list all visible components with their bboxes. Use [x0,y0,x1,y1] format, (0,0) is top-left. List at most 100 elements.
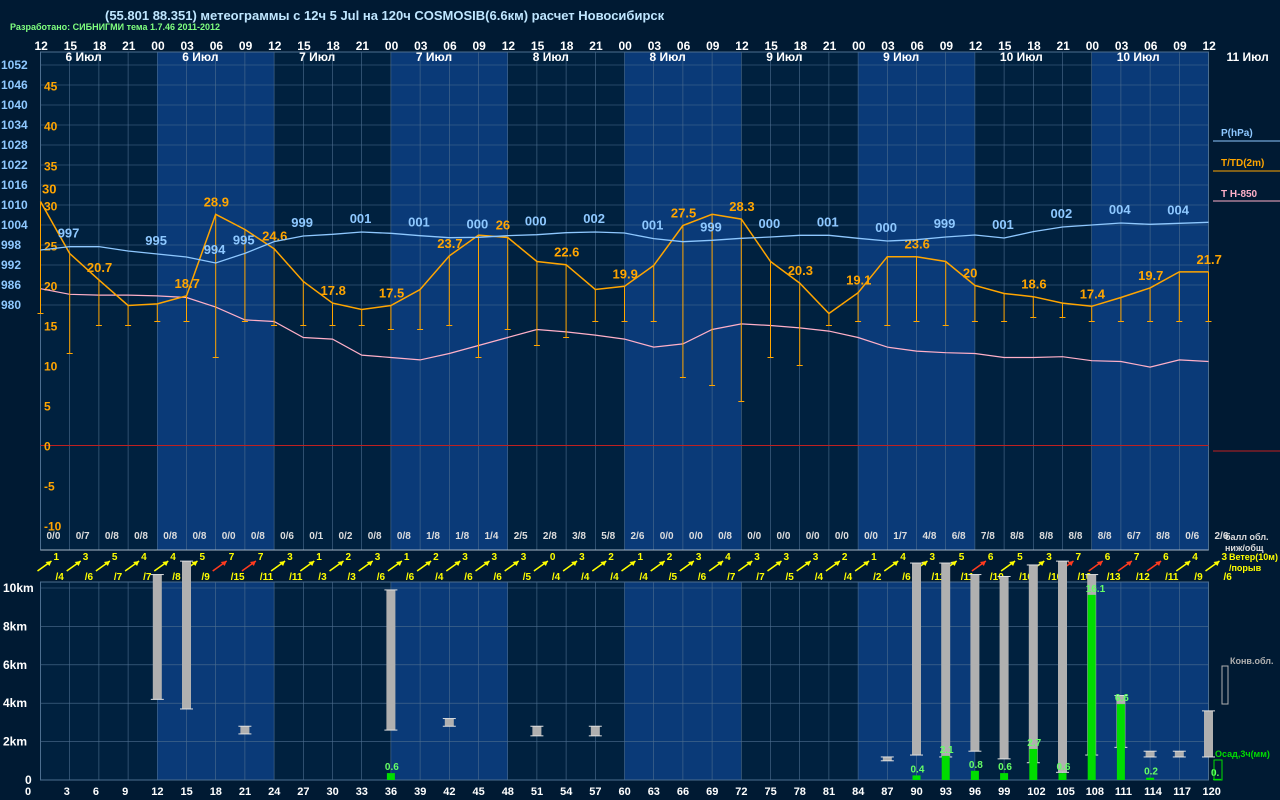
day-label: 7 Июл [416,50,452,64]
height-tick-label: 8km [3,619,27,633]
wind-gust: /6 [698,572,707,583]
cloud-cover-value: 1/7 [893,531,907,542]
temperature-tick-label: 35 [44,160,58,174]
top-hour-tick: 12 [1203,39,1217,53]
day-label: 10 Июл [1117,50,1160,64]
cloud-cover-value: 6/8 [952,531,966,542]
temperature-data-label: 28.9 [204,194,229,209]
top-hour-tick: 21 [823,39,837,53]
cloud-cover-value: 0/0 [660,531,674,542]
pressure-data-label: 997 [58,226,80,241]
precip-label: 0.4 [911,764,925,775]
legend-wind: Ветер(10м) [1229,552,1278,562]
wind-gust: /5 [669,572,678,583]
bottom-hour-tick: 48 [502,786,514,798]
top-hour-tick: 09 [940,39,954,53]
temperature-data-label: 30 [42,182,56,197]
day-label: 10 Июл [1000,50,1043,64]
wind-gust: /7 [756,572,765,583]
cloud-cover-value: 8/8 [1039,531,1053,542]
wind-speed: 3 [462,552,468,563]
cloud-cover-value: 0/8 [251,531,265,542]
convective-cloud-bar [941,563,951,757]
precip-label: 6.6 [1115,693,1129,704]
convective-cloud-bar [1058,561,1067,773]
day-label: 9 Июл [766,50,802,64]
wind-gust: /6 [377,572,386,583]
cloud-cover-value: 6/7 [1127,531,1141,542]
wind-gust: /3 [318,572,327,583]
wind-gust: /4 [610,572,619,583]
cloud-cover-value: 0/8 [105,531,119,542]
cloud-cover-value: 1/4 [485,531,499,542]
pressure-data-label: 002 [583,211,605,226]
height-tick-label: 10km [3,581,34,595]
precip-bar [1146,777,1155,780]
bottom-hour-tick: 90 [911,786,923,798]
bottom-hour-tick: 57 [589,786,601,798]
cloud-cover-value: 7/8 [981,531,995,542]
pressure-tick-label: 1016 [1,178,28,192]
temperature-data-label: 26 [496,218,510,233]
convective-cloud-bar [1204,710,1213,757]
bottom-hour-tick: 105 [1057,786,1075,798]
pressure-data-label: 999 [700,219,722,234]
wind-gust: /4 [640,572,649,583]
top-hour-tick: 00 [852,39,866,53]
temperature-data-label: 20 [963,266,977,281]
cloud-cover-value: 0/8 [163,531,177,542]
bottom-hour-tick: 39 [414,786,426,798]
temperature-tick-label: 5 [44,400,51,414]
convective-cloud-bar [240,726,250,734]
cloud-cover-value: 0/8 [193,531,207,542]
wind-gust: /6 [1224,572,1233,583]
cloud-cover-value: 8/8 [1098,531,1112,542]
wind-gust: /13 [1107,572,1121,583]
temperature-data-label: 20.3 [788,263,813,278]
bottom-hour-tick: 108 [1086,786,1104,798]
pressure-data-label: 002 [1051,206,1073,221]
wind-speed: 3 [287,552,293,563]
day-label: 11 Июл [1227,50,1269,64]
top-hour-tick: 12 [735,39,749,53]
cloud-cover-value: 1/8 [426,531,440,542]
wind-speed: 0 [550,552,556,563]
wind-gust: /7 [143,572,152,583]
pressure-data-label: 000 [467,216,489,231]
wind-speed: 5 [200,552,206,563]
cloud-cover-value: 0/0 [747,531,761,542]
wind-speed: 7 [258,552,264,563]
legend-temperature: T/TD(2m) [1221,158,1264,169]
wind-gust: /11 [1165,572,1179,583]
convective-cloud-bar [999,576,1009,759]
wind-gust: /7 [727,572,736,583]
wind-speed: 3 [1222,552,1228,563]
bottom-hour-tick: 63 [648,786,660,798]
day-label: 8 Июл [533,50,569,64]
cloud-cover-row: 0/0 0/7 0/8 0/8 0/8 0/8 0/0 0/8 0/6 0/1 0/2 0/8 0/8 1… [47,531,1229,542]
temperature-data-label: 27.5 [671,206,696,221]
wind-speed: 4 [141,552,147,563]
precip-label: 16.1 [1086,584,1106,595]
wind-gust: /11 [289,572,303,583]
cloud-cover-value: 4/8 [923,531,937,542]
wind-gust: /9 [202,572,211,583]
top-hour-tick: 21 [589,39,603,53]
wind-gust: /9 [1194,572,1203,583]
precip-bar [1087,594,1096,780]
top-hour-tick: 09 [239,39,253,53]
convective-cloud-bar [444,718,454,727]
hour-ticks-bottom: 0 3 6 9 12 15 18 21 24 27 30 33 36 39 42 45 48 51 54 57 60 63… [25,786,1221,798]
wind-gust: /4 [435,572,444,583]
wind-gust: /6 [85,572,94,583]
precip-label: 2.7 [1027,738,1041,749]
bottom-hour-tick: 75 [765,786,777,798]
wind-speed: 7 [1076,552,1082,563]
temperature-tick-label: 10 [44,360,58,374]
wind-gust: /3 [348,572,357,583]
wind-row: 1/4 3/6 5/7 4/7 4/8 5/9 7/15 7/11 3/11 1/3 2/3 3/6 1… [37,552,1233,583]
pressure-data-label: 001 [817,214,839,229]
bottom-hour-tick: 99 [998,786,1010,798]
wind-speed: 4 [725,552,731,563]
day-label: 9 Июл [883,50,919,64]
